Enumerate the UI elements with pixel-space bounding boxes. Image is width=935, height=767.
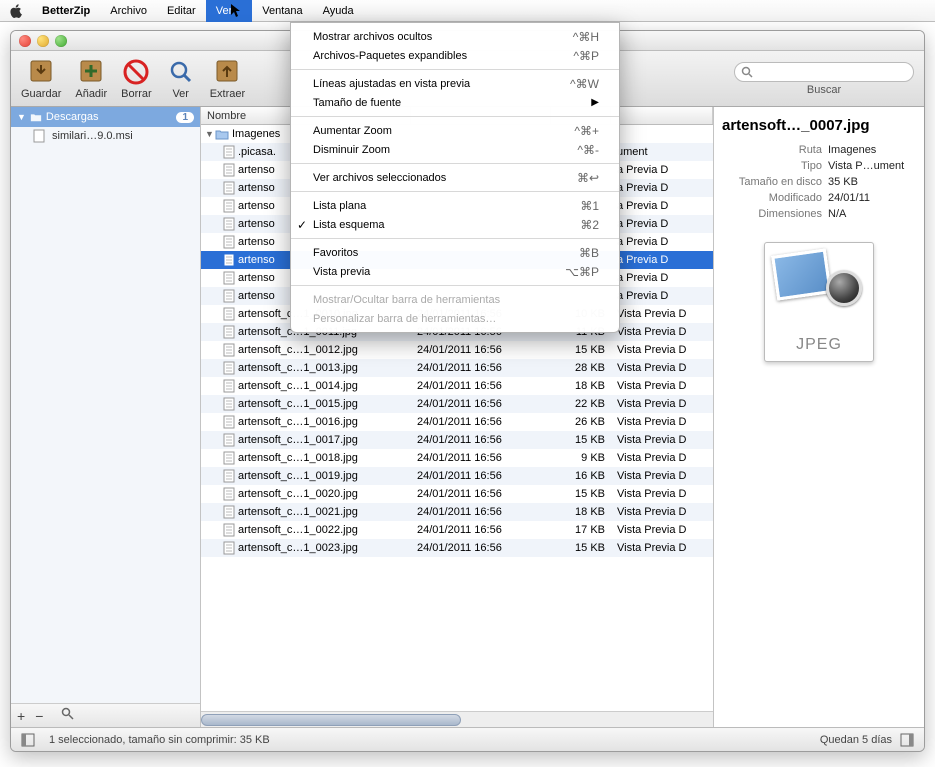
status-bar: 1 seleccionado, tamaño sin comprimir: 35… <box>11 727 924 751</box>
menu-item[interactable]: Disminuir Zoom^⌘- <box>291 140 619 159</box>
status-left-icon[interactable] <box>21 733 35 747</box>
file-row[interactable]: artensoft_c…1_0017.jpg24/01/2011 16:5615… <box>201 431 713 449</box>
menu-item[interactable]: Ver archivos seleccionados⌘↩ <box>291 168 619 187</box>
sidebar-remove-button[interactable]: − <box>35 708 43 724</box>
jpeg-label: JPEG <box>764 336 874 354</box>
menu-item: Personalizar barra de herramientas… <box>291 309 619 328</box>
save-icon <box>26 58 56 86</box>
preview-pane: artensoft…_0007.jpg RutaImagenes TipoVis… <box>714 107 924 727</box>
menu-item: Mostrar/Ocultar barra de herramientas <box>291 290 619 309</box>
apple-logo-icon <box>8 3 24 19</box>
column-type[interactable] <box>611 107 713 124</box>
sidebar-item-descargas[interactable]: ▼ Descargas 1 <box>11 107 200 127</box>
file-row[interactable]: artensoft_c…1_0018.jpg24/01/2011 16:569 … <box>201 449 713 467</box>
toolbar-extraer-button[interactable]: Extraer <box>210 58 245 100</box>
meta-tipo: TipoVista P…ument <box>722 160 916 172</box>
menu-ver[interactable]: Ver <box>206 0 253 22</box>
delete-icon <box>121 58 151 86</box>
menu-ayuda[interactable]: Ayuda <box>313 0 364 22</box>
menu-item[interactable]: Vista previa⌥⌘P <box>291 262 619 281</box>
sidebar-footer: + − <box>11 703 200 727</box>
file-row[interactable]: artensoft_c…1_0019.jpg24/01/2011 16:5616… <box>201 467 713 485</box>
cursor-icon <box>230 3 242 19</box>
menu-item[interactable]: Aumentar Zoom^⌘+ <box>291 121 619 140</box>
window-minimize-button[interactable] <box>37 35 49 47</box>
menu-item[interactable]: Tamaño de fuente▶ <box>291 93 619 112</box>
menu-editar[interactable]: Editar <box>157 0 206 22</box>
file-row[interactable]: artensoft_c…1_0021.jpg24/01/2011 16:5618… <box>201 503 713 521</box>
status-right-text: Quedan 5 días <box>820 734 892 746</box>
menu-ventana[interactable]: Ventana <box>252 0 312 22</box>
toolbar-ver-button[interactable]: Ver <box>166 58 196 100</box>
preview-title: artensoft…_0007.jpg <box>722 117 916 134</box>
app-name[interactable]: BetterZip <box>32 5 100 17</box>
meta-dimensiones: DimensionesN/A <box>722 208 916 220</box>
file-row[interactable]: artensoft_c…1_0014.jpg24/01/2011 16:5618… <box>201 377 713 395</box>
add-icon <box>76 58 106 86</box>
search-icon <box>741 66 753 78</box>
file-row[interactable]: artensoft_c…1_0012.jpg24/01/2011 16:5615… <box>201 341 713 359</box>
window-close-button[interactable] <box>19 35 31 47</box>
menu-item[interactable]: Archivos-Paquetes expandibles^⌘P <box>291 46 619 65</box>
sidebar-action-button[interactable] <box>61 707 75 724</box>
photo-icon <box>771 248 832 300</box>
system-menubar: BetterZip Archivo Editar Ver Ventana Ayu… <box>0 0 935 22</box>
file-row[interactable]: artensoft_c…1_0020.jpg24/01/2011 16:5615… <box>201 485 713 503</box>
sidebar-add-button[interactable]: + <box>17 708 25 724</box>
sidebar-count-badge: 1 <box>176 112 194 123</box>
search-field[interactable] <box>734 62 914 82</box>
menu-item[interactable]: ✓Lista esquema⌘2 <box>291 215 619 234</box>
meta-ruta: RutaImagenes <box>722 144 916 156</box>
search-label: Buscar <box>807 84 841 96</box>
file-row[interactable]: artensoft_c…1_0015.jpg24/01/2011 16:5622… <box>201 395 713 413</box>
menu-item[interactable]: Favoritos⌘B <box>291 243 619 262</box>
toolbar-search: Buscar <box>734 62 914 96</box>
preview-thumbnail: JPEG <box>764 242 874 362</box>
file-row[interactable]: artensoft_c…1_0016.jpg24/01/2011 16:5626… <box>201 413 713 431</box>
document-icon <box>33 129 45 143</box>
extract-icon <box>212 58 242 86</box>
file-row[interactable]: artensoft_c…1_0023.jpg24/01/2011 16:5615… <box>201 539 713 557</box>
toolbar-guardar-button[interactable]: Guardar <box>21 58 61 100</box>
sidebar-subitem[interactable]: similari…9.0.msi <box>11 127 200 145</box>
menu-item[interactable]: Líneas ajustadas en vista previa^⌘W <box>291 74 619 93</box>
toolbar-borrar-button[interactable]: Borrar <box>121 58 152 100</box>
menu-item[interactable]: Lista plana⌘1 <box>291 196 619 215</box>
sidebar: ▼ Descargas 1 similari…9.0.msi + − <box>11 107 201 727</box>
search-input[interactable] <box>753 66 907 78</box>
lens-icon <box>826 270 862 306</box>
horizontal-scrollbar[interactable] <box>201 711 713 727</box>
menu-item[interactable]: Mostrar archivos ocultos^⌘H <box>291 27 619 46</box>
menu-archivo[interactable]: Archivo <box>100 0 157 22</box>
toolbar-anadir-button[interactable]: Añadir <box>75 58 107 100</box>
file-row[interactable]: artensoft_c…1_0022.jpg24/01/2011 16:5617… <box>201 521 713 539</box>
status-right-icon[interactable] <box>900 733 914 747</box>
status-text: 1 seleccionado, tamaño sin comprimir: 35… <box>49 734 270 746</box>
view-menu-dropdown: Mostrar archivos ocultos^⌘HArchivos-Paqu… <box>290 22 620 333</box>
window-zoom-button[interactable] <box>55 35 67 47</box>
folder-icon <box>30 111 42 123</box>
view-icon <box>166 58 196 86</box>
meta-tamano: Tamaño en disco35 KB <box>722 176 916 188</box>
file-row[interactable]: artensoft_c…1_0013.jpg24/01/2011 16:5628… <box>201 359 713 377</box>
meta-modificado: Modificado24/01/11 <box>722 192 916 204</box>
scrollbar-thumb[interactable] <box>201 714 461 726</box>
